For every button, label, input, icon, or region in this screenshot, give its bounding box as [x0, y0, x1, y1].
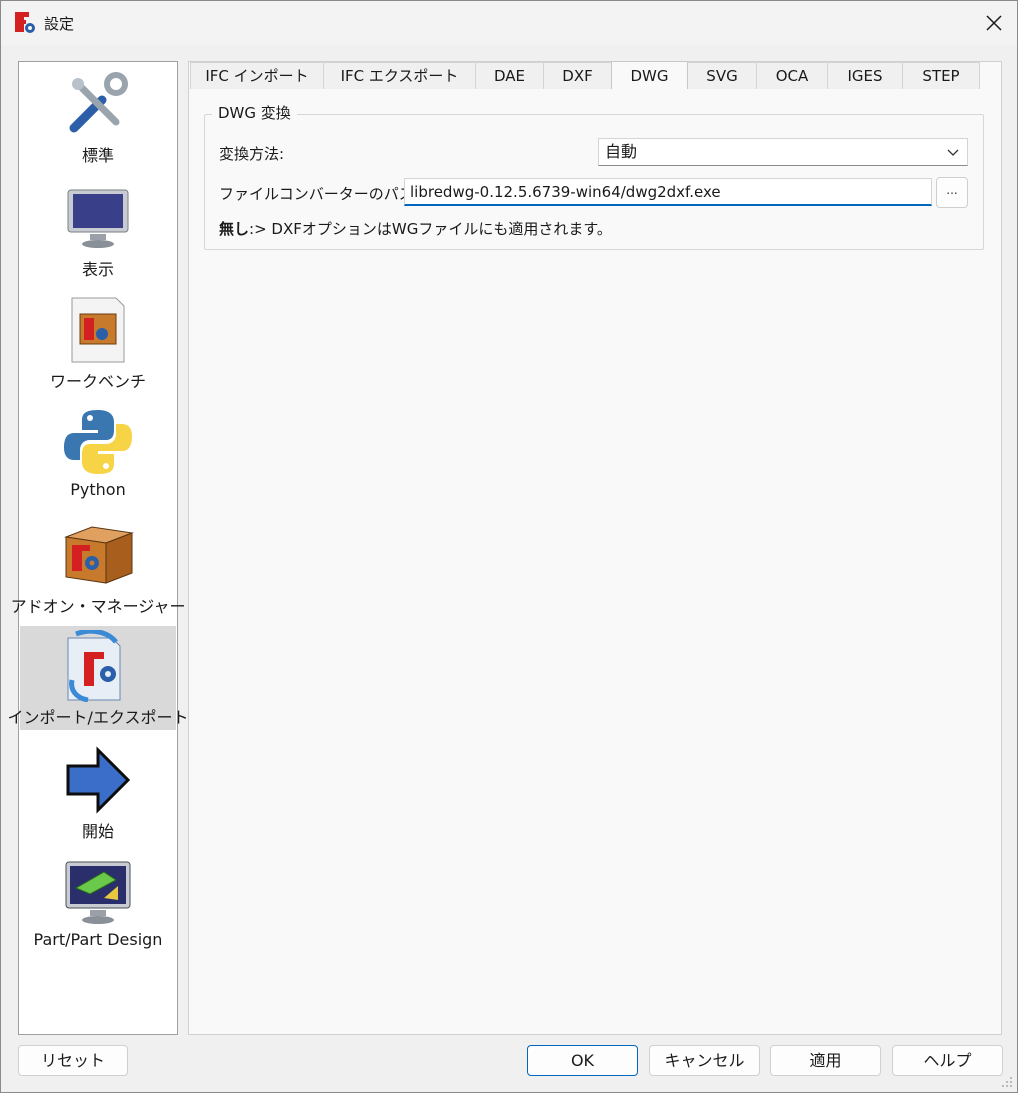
ok-button[interactable]: OK [527, 1045, 638, 1076]
sidebar-item-label: インポート/エクスポート [7, 708, 189, 727]
sidebar-item-label: Python [70, 480, 126, 499]
close-icon [986, 15, 1002, 31]
sidebar-item-python[interactable]: Python [20, 402, 176, 506]
tab-dxf[interactable]: DXF [543, 62, 612, 89]
converter-path-label: ファイルコンバーターのパス [219, 185, 414, 203]
sidebar-item-workbench[interactable]: ワークベンチ [20, 290, 176, 394]
tab-bar: IFC インポート IFC エクスポート DAE DXF DWG SVG OCA… [190, 61, 980, 89]
freecad-app-icon [13, 11, 37, 35]
sidebar-item-label: Part/Part Design [33, 930, 163, 949]
tab-oca[interactable]: OCA [756, 62, 828, 89]
import-export-icon [62, 630, 134, 702]
sidebar-item-start[interactable]: 開始 [20, 740, 176, 844]
tab-svg[interactable]: SVG [687, 62, 757, 89]
tab-step[interactable]: STEP [902, 62, 980, 89]
addon-box-icon [62, 519, 134, 591]
note-text: :> DXFオプションはWGファイルにも適用されます。 [249, 220, 612, 238]
close-button[interactable] [971, 1, 1017, 45]
category-sidebar: 標準 表示 ワークベンチ Python アドオン・マネージャー インポート/エク… [8, 61, 188, 1035]
window-title: 設定 [44, 15, 75, 33]
sidebar-item-import-export[interactable]: インポート/エクスポート [8, 626, 188, 730]
sidebar-item-part-design[interactable]: Part/Part Design [20, 852, 176, 956]
sidebar-item-general[interactable]: 標準 [20, 64, 176, 168]
resize-grip-icon[interactable] [1001, 1076, 1013, 1088]
note-bold: 無し [219, 220, 250, 238]
sidebar-item-display[interactable]: 表示 [20, 178, 176, 282]
converter-path-input[interactable]: libredwg-0.12.5.6739-win64/dwg2dxf.exe [404, 178, 932, 206]
cancel-button[interactable]: キャンセル [649, 1045, 760, 1076]
tools-icon [62, 68, 134, 140]
settings-dialog: 設定 標準 表示 ワークベンチ Python アドオン・マネージャー インポート… [0, 0, 1018, 1093]
sidebar-item-label: 開始 [81, 822, 114, 841]
chevron-down-icon [947, 149, 959, 156]
python-icon [62, 406, 134, 478]
conversion-method-value: 自動 [605, 142, 638, 161]
monitor-icon [62, 182, 134, 254]
help-button[interactable]: ヘルプ [892, 1045, 1003, 1076]
conversion-method-select[interactable]: 自動 [598, 138, 968, 166]
sidebar-item-label: ワークベンチ [49, 372, 146, 391]
dwg-note: 無し:> DXFオプションはWGファイルにも適用されます。 [219, 218, 612, 239]
group-title: DWG 変換 [212, 102, 297, 123]
tab-dwg[interactable]: DWG [611, 61, 688, 89]
tab-dae[interactable]: DAE [475, 62, 544, 89]
reset-button[interactable]: リセット [18, 1045, 128, 1076]
tab-ifc-export[interactable]: IFC エクスポート [323, 62, 476, 89]
part-design-icon [62, 856, 134, 928]
tab-iges[interactable]: IGES [827, 62, 903, 89]
arrow-right-icon [62, 744, 134, 816]
sidebar-item-addon-manager[interactable]: アドオン・マネージャー [11, 515, 185, 619]
workbench-icon [62, 294, 134, 366]
conversion-method-label: 変換方法: [219, 145, 285, 163]
sidebar-item-label: 標準 [81, 146, 114, 165]
apply-button[interactable]: 適用 [770, 1045, 881, 1076]
sidebar-item-label: 表示 [81, 260, 114, 279]
tab-ifc-import[interactable]: IFC インポート [190, 62, 324, 89]
sidebar-item-label: アドオン・マネージャー [10, 597, 186, 616]
browse-button[interactable]: ... [936, 177, 968, 208]
title-bar: 設定 [1, 1, 1017, 45]
